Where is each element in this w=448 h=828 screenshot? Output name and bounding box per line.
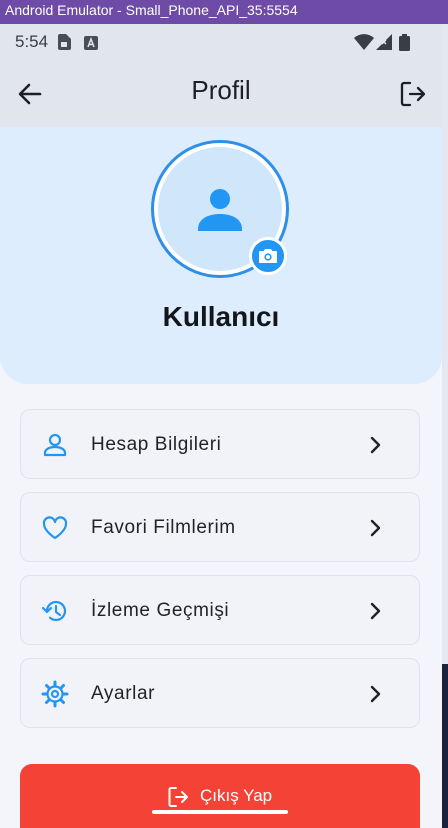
a-notification-icon: [84, 36, 98, 50]
logout-icon[interactable]: [398, 79, 428, 109]
logout-button[interactable]: Çıkış Yap: [20, 764, 420, 828]
menu-item-label: Hesap Bilgileri: [91, 434, 222, 455]
status-time: 5:54: [15, 32, 49, 51]
app-bar: Profil: [0, 60, 442, 127]
history-icon: [41, 600, 67, 622]
wifi-icon: [354, 34, 374, 50]
home-indicator[interactable]: [152, 810, 288, 814]
chevron-right-icon: [370, 436, 381, 454]
gear-icon: [41, 680, 69, 708]
desktop-edge: [442, 24, 448, 828]
menu-item-label: İzleme Geçmişi: [91, 600, 230, 621]
menu-item-watch-history[interactable]: İzleme Geçmişi: [20, 575, 420, 645]
profile-header: Kullanıcı: [0, 127, 442, 384]
page-title: Profil: [191, 75, 251, 105]
person-icon: [198, 189, 242, 231]
sim-card-icon: [58, 34, 71, 50]
menu-item-account-info[interactable]: Hesap Bilgileri: [20, 409, 420, 479]
cell-signal-icon: [376, 34, 392, 50]
logout-button-label: Çıkış Yap: [200, 786, 273, 805]
chevron-right-icon: [370, 519, 381, 537]
menu-item-favorite-movies[interactable]: Favori Filmlerim: [20, 492, 420, 562]
person-outline-icon: [43, 433, 67, 457]
menu-item-settings[interactable]: Ayarlar: [20, 658, 420, 728]
logout-icon: [168, 787, 188, 807]
chevron-right-icon: [370, 685, 381, 703]
menu-item-label: Favori Filmlerim: [91, 517, 236, 538]
menu-item-label: Ayarlar: [91, 683, 156, 704]
chevron-right-icon: [370, 602, 381, 620]
status-bar: 5:54: [0, 24, 442, 60]
camera-icon: [259, 249, 277, 263]
phone-screen: 5:54 Profil Kullanıcı Hesap Bilgileri Fa…: [0, 24, 442, 828]
change-photo-button[interactable]: [249, 237, 287, 275]
emulator-title-bar: Android Emulator - Small_Phone_API_35:55…: [0, 0, 448, 24]
battery-icon: [399, 34, 410, 51]
heart-icon: [42, 516, 68, 540]
username: Kullanıcı: [162, 301, 280, 332]
